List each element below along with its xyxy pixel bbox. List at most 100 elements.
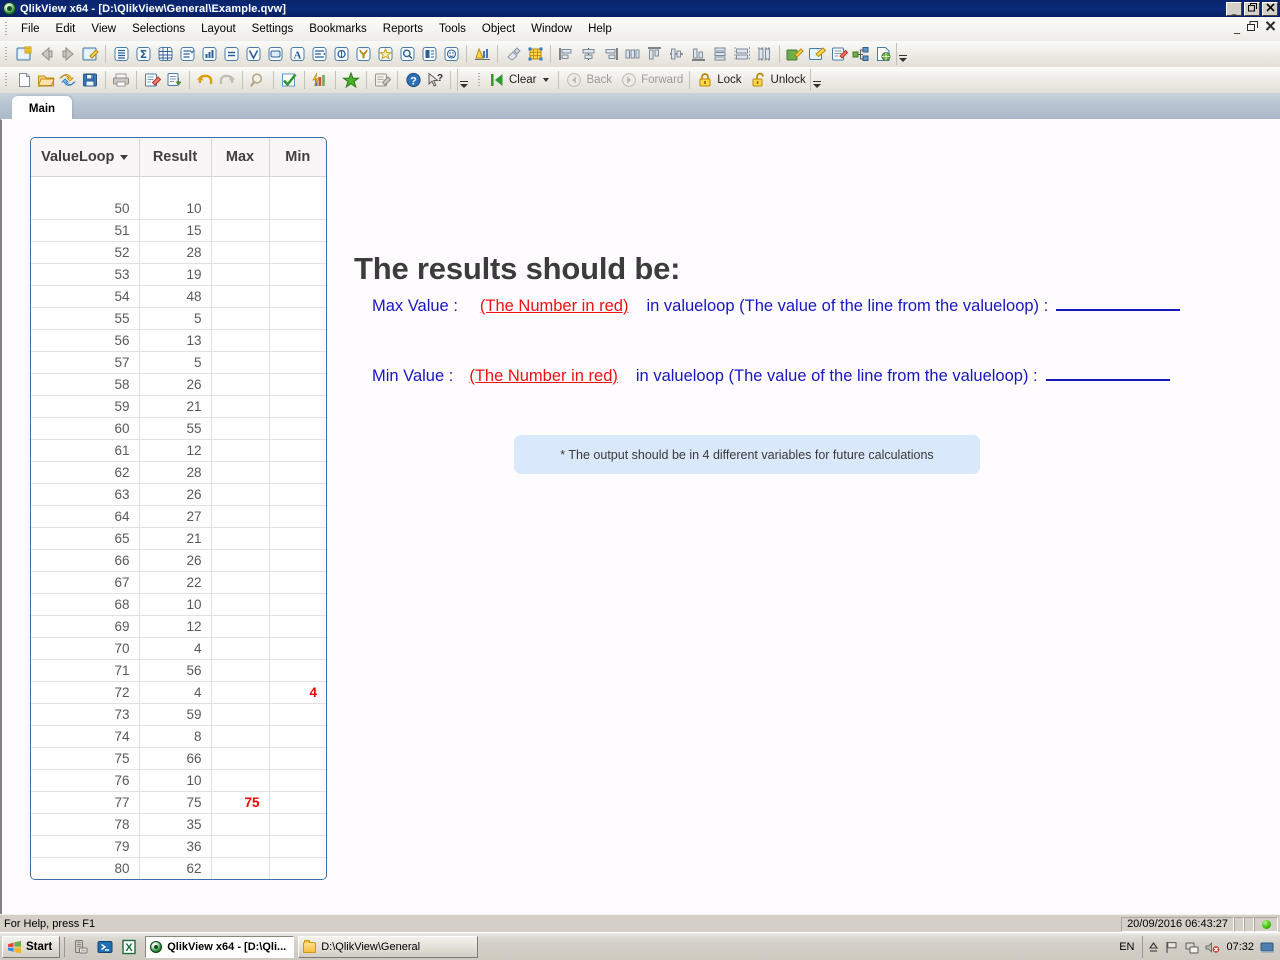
text-object-icon[interactable] <box>264 43 286 65</box>
table-row[interactable]: 53 19 <box>31 263 326 286</box>
cell-max[interactable] <box>211 241 270 264</box>
cell-min[interactable] <box>269 395 326 418</box>
clear-dropdown-caret-icon[interactable] <box>543 78 550 82</box>
toolbar-overflow-icon[interactable] <box>457 69 470 91</box>
cell-result[interactable]: 4 <box>139 637 212 660</box>
tray-language-indicator[interactable]: EN <box>1119 941 1134 953</box>
cell-valueloop[interactable]: 69 <box>31 615 140 638</box>
context-help-icon[interactable]: ? <box>424 69 446 91</box>
table-row[interactable]: 75 66 <box>31 747 326 770</box>
search-icon[interactable] <box>247 69 269 91</box>
lock-open-icon[interactable] <box>748 69 770 91</box>
cell-valueloop[interactable]: 57 <box>31 351 140 374</box>
cell-result[interactable]: 27 <box>139 505 212 528</box>
cell-valueloop[interactable]: 50 <box>31 198 140 220</box>
cell-min[interactable] <box>269 637 326 660</box>
cell-result[interactable]: 35 <box>139 813 212 836</box>
slider-object-icon[interactable] <box>308 43 330 65</box>
cell-valueloop[interactable]: 51 <box>31 219 140 242</box>
align-right-icon[interactable] <box>599 43 621 65</box>
forward-button-label[interactable]: Forward <box>641 74 683 86</box>
cell-valueloop[interactable]: 62 <box>31 461 140 484</box>
cell-valueloop[interactable]: 52 <box>31 241 140 264</box>
menu-help[interactable]: Help <box>580 20 620 39</box>
cell-max[interactable] <box>211 615 270 638</box>
sort-descending-caret-icon[interactable] <box>120 154 129 160</box>
cell-max[interactable] <box>211 769 270 792</box>
cell-max[interactable] <box>211 263 270 286</box>
button-object-icon[interactable]: A <box>286 43 308 65</box>
cell-valueloop[interactable]: 80 <box>31 857 140 879</box>
cell-result[interactable]: 12 <box>139 615 212 638</box>
cell-min[interactable] <box>269 791 326 814</box>
table-row[interactable]: 78 35 <box>31 813 326 836</box>
menu-layout[interactable]: Layout <box>193 20 244 39</box>
cell-min[interactable] <box>269 461 326 484</box>
expand-icon[interactable] <box>850 43 872 65</box>
cell-min[interactable] <box>269 307 326 330</box>
cell-min[interactable] <box>269 285 326 308</box>
design-toolbar-grip[interactable] <box>3 45 11 63</box>
table-row[interactable]: 55 5 <box>31 307 326 330</box>
cell-max[interactable] <box>211 439 270 462</box>
cell-max[interactable] <box>211 219 270 242</box>
add-bookmark-icon[interactable] <box>340 69 362 91</box>
menu-reports[interactable]: Reports <box>375 20 431 39</box>
cell-result[interactable]: 10 <box>139 769 212 792</box>
align-bottom-icon[interactable] <box>687 43 709 65</box>
cell-result[interactable]: 15 <box>139 219 212 242</box>
filter-cell-min[interactable] <box>269 176 326 198</box>
edit-module-icon[interactable] <box>418 43 440 65</box>
column-header-max[interactable]: Max <box>211 138 270 177</box>
unlock-button-label[interactable]: Unlock <box>771 74 806 86</box>
menu-file[interactable]: File <box>13 20 48 39</box>
menu-edit[interactable]: Edit <box>48 20 84 39</box>
cell-min[interactable] <box>269 439 326 462</box>
reload-icon[interactable] <box>806 43 828 65</box>
table-row[interactable]: 59 21 <box>31 395 326 418</box>
cell-result[interactable]: 62 <box>139 857 212 879</box>
cell-min[interactable] <box>269 549 326 572</box>
clear-format-icon[interactable] <box>502 43 524 65</box>
filter-cell-valueloop[interactable] <box>31 176 140 198</box>
table-viewer-icon[interactable] <box>828 43 850 65</box>
table-row[interactable]: 62 28 <box>31 461 326 484</box>
table-row[interactable]: 65 21 <box>31 527 326 550</box>
cell-max[interactable] <box>211 505 270 528</box>
toolbar-overflow-icon[interactable] <box>809 69 823 91</box>
cell-result[interactable]: 22 <box>139 571 212 594</box>
cell-valueloop[interactable]: 61 <box>31 439 140 462</box>
publish-icon[interactable] <box>872 43 894 65</box>
edit-module-icon[interactable] <box>371 69 393 91</box>
cell-result[interactable]: 48 <box>139 285 212 308</box>
cell-valueloop[interactable]: 66 <box>31 549 140 572</box>
cell-max[interactable] <box>211 703 270 726</box>
cell-result[interactable]: 5 <box>139 307 212 330</box>
cell-result[interactable]: 13 <box>139 329 212 352</box>
cell-max[interactable] <box>211 593 270 616</box>
cell-result[interactable]: 8 <box>139 725 212 748</box>
input-box-icon[interactable] <box>220 43 242 65</box>
menu-settings[interactable]: Settings <box>244 20 302 39</box>
toolbar-overflow-icon[interactable] <box>896 43 909 65</box>
cell-min[interactable] <box>269 417 326 440</box>
cell-max[interactable] <box>211 483 270 506</box>
table-row[interactable]: 56 13 <box>31 329 326 352</box>
taskbar-item-explorer[interactable]: D:\QlikView\General <box>298 936 479 958</box>
custom-object-icon[interactable] <box>396 43 418 65</box>
select-all-icon[interactable] <box>278 69 300 91</box>
table-box-icon[interactable] <box>154 43 176 65</box>
table-row[interactable]: 66 26 <box>31 549 326 572</box>
cell-max[interactable] <box>211 198 270 220</box>
table-row[interactable]: 60 55 <box>31 417 326 440</box>
cell-result[interactable]: 75 <box>139 791 212 814</box>
mdi-restore-button[interactable] <box>1247 21 1258 33</box>
cell-min[interactable] <box>269 725 326 748</box>
bookmark-object-icon[interactable] <box>330 43 352 65</box>
cell-result[interactable]: 56 <box>139 659 212 682</box>
tray-clock[interactable]: 07:32 <box>1226 941 1254 953</box>
reload-data-icon[interactable] <box>163 69 185 91</box>
table-row[interactable]: 50 10 <box>31 198 326 220</box>
cell-max[interactable] <box>211 857 270 879</box>
cell-min[interactable] <box>269 571 326 594</box>
